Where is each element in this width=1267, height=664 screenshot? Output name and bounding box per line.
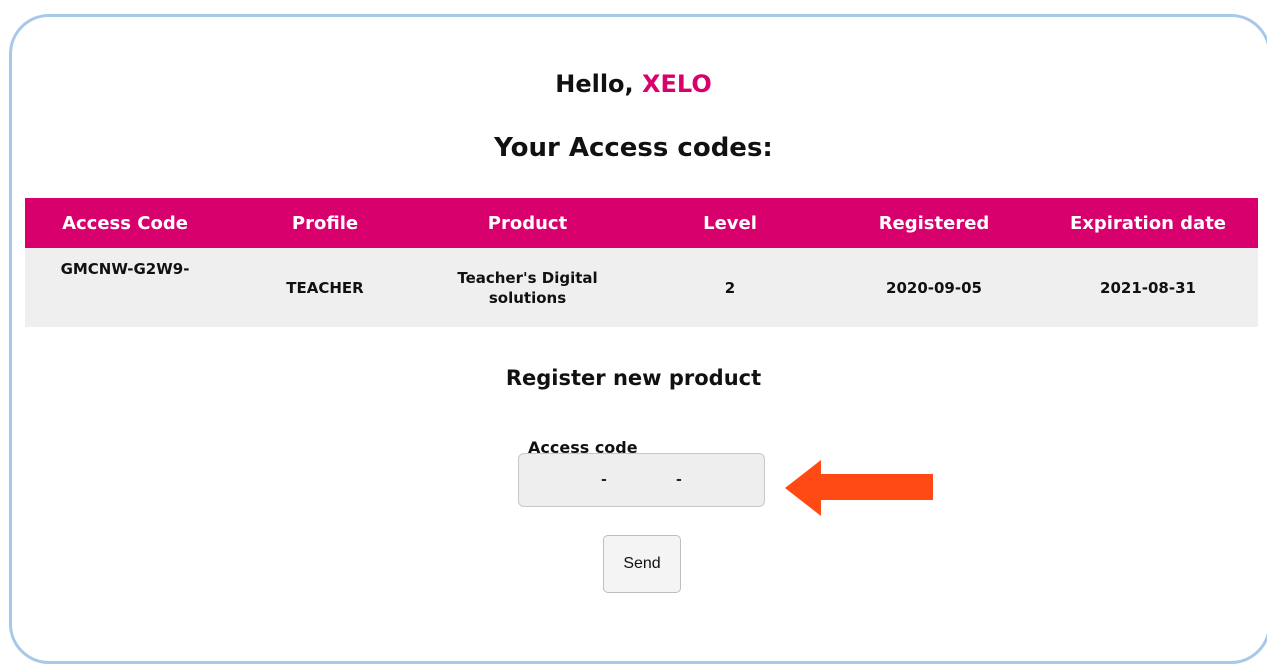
column-header-profile: Profile — [225, 198, 425, 248]
arrow-left-icon — [785, 460, 933, 516]
level-cell: 2 — [630, 248, 830, 327]
table-row: GMCNW-G2W9- TEACHER Teacher's Digital so… — [25, 248, 1258, 327]
product-cell: Teacher's Digital solutions — [425, 248, 630, 327]
column-header-product: Product — [425, 198, 630, 248]
column-header-level: Level — [630, 198, 830, 248]
access-code-input[interactable] — [518, 453, 765, 507]
register-product-title: Register new product — [505, 366, 762, 390]
code-separator: - — [676, 472, 682, 488]
expiration-date-cell: 2021-08-31 — [1038, 248, 1258, 327]
greeting-username: XELO — [642, 70, 712, 98]
table-header-row: Access Code Profile Product Level Regist… — [25, 198, 1258, 248]
profile-cell: TEACHER — [225, 248, 425, 327]
greeting-prefix: Hello, — [555, 70, 643, 98]
access-codes-title: Your Access codes: — [494, 133, 773, 163]
registered-date-cell: 2020-09-05 — [830, 248, 1038, 327]
access-code-cell: GMCNW-G2W9- — [25, 248, 225, 327]
access-codes-table: Access Code Profile Product Level Regist… — [25, 198, 1258, 327]
column-header-registered: Registered — [830, 198, 1038, 248]
column-header-expiration-date: Expiration date — [1038, 198, 1258, 248]
column-header-access-code: Access Code — [25, 198, 225, 248]
send-button[interactable]: Send — [603, 535, 681, 593]
code-separator: - — [601, 472, 607, 488]
greeting-heading: Hello, XELO — [0, 70, 1267, 98]
access-code-label: Access code — [528, 438, 638, 457]
arrow-left-shape — [785, 460, 933, 516]
